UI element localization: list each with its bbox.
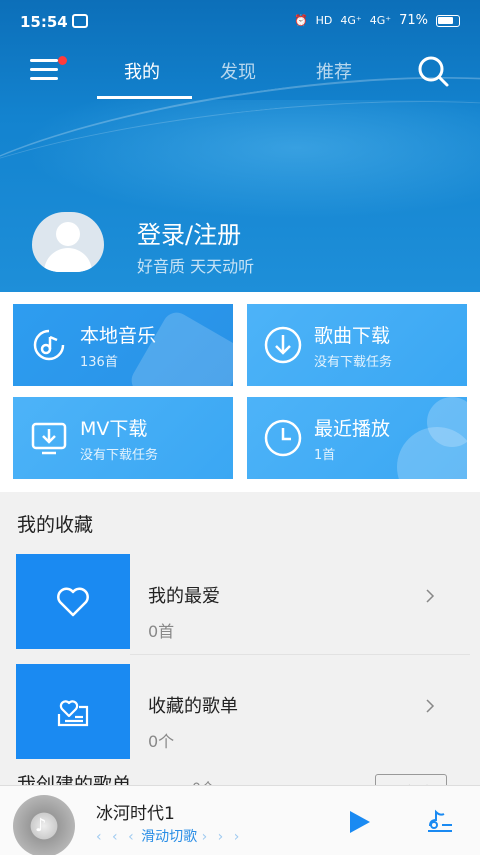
- signal-1: 4G⁺: [340, 14, 362, 27]
- avatar[interactable]: [32, 212, 104, 272]
- alarm-icon: ⏰: [293, 14, 308, 27]
- tab-discover[interactable]: 发现: [220, 58, 256, 84]
- playlist-heart-icon: [57, 700, 89, 727]
- notification-dot: [58, 56, 67, 65]
- app-notification-icon: [72, 14, 88, 28]
- music-note-icon: ♪: [35, 815, 47, 836]
- tab-mine[interactable]: 我的: [124, 58, 160, 84]
- mv-download-icon: [31, 422, 67, 455]
- quick-access-grid: 本地音乐 136首 歌曲下载 没有下载任务 MV下载 没有下载任务 最近播放 1…: [0, 292, 480, 492]
- status-icons: ⏰ HD 4G⁺ 4G⁺ 71%: [294, 13, 460, 28]
- collected-playlists-row[interactable]: 收藏的歌单 0个: [0, 664, 480, 764]
- tile-sub: 1首: [314, 448, 336, 463]
- mini-player[interactable]: ♪ 冰河时代1 ‹ ‹ ‹ 滑动切歌 › › ›: [0, 785, 480, 855]
- tab-recommend[interactable]: 推荐: [316, 58, 352, 84]
- battery-icon: [436, 14, 460, 27]
- signal-2: 4G⁺: [369, 14, 392, 27]
- chevron-right-icon: [426, 589, 435, 603]
- swipe-left-arrows: ‹ ‹ ‹: [96, 829, 137, 845]
- profile-slogan: 好音质 天天动听: [137, 257, 255, 276]
- favorite-songs-thumb: [16, 554, 130, 649]
- status-bar: 15:54 ⏰ HD 4G⁺ 4G⁺ 71%: [0, 0, 480, 44]
- fav-name: 我的最爱: [148, 586, 220, 607]
- collected-playlists-thumb: [16, 664, 130, 759]
- divider: [130, 654, 470, 655]
- header-banner: 15:54 ⏰ HD 4G⁺ 4G⁺ 71% 我的 发现 推荐 登录/注册 好音…: [0, 0, 480, 292]
- swipe-right-arrows: › › ›: [201, 829, 243, 845]
- fav-count: 0首: [148, 622, 175, 641]
- tile-sub: 136首: [80, 355, 118, 370]
- tile-label: 歌曲下载: [314, 325, 391, 347]
- swipe-hint[interactable]: ‹ ‹ ‹ 滑动切歌 › › ›: [96, 826, 242, 846]
- favorites-heading: 我的收藏: [17, 514, 94, 536]
- clock-icon: [264, 419, 302, 457]
- tile-label: MV下载: [80, 418, 148, 440]
- tile-sub: 没有下载任务: [314, 355, 393, 370]
- recent-play-tile[interactable]: 最近播放 1首: [247, 397, 467, 479]
- local-music-tile[interactable]: 本地音乐 136首: [13, 304, 233, 386]
- tile-label: 最近播放: [314, 418, 391, 440]
- heart-icon: [57, 587, 89, 617]
- active-tab-indicator: [97, 96, 192, 99]
- mv-download-tile[interactable]: MV下载 没有下载任务: [13, 397, 233, 479]
- tile-sub: 没有下载任务: [80, 448, 159, 463]
- fav-name: 收藏的歌单: [148, 696, 238, 717]
- chevron-right-icon: [426, 699, 435, 713]
- fav-count: 0个: [148, 732, 175, 751]
- status-time: 15:54: [20, 13, 68, 31]
- album-disc[interactable]: ♪: [13, 795, 75, 855]
- tile-label: 本地音乐: [80, 325, 157, 347]
- play-icon[interactable]: [348, 810, 372, 834]
- download-icon: [264, 326, 302, 364]
- playlist-icon[interactable]: [424, 806, 456, 838]
- now-playing-title: 冰河时代1: [96, 804, 175, 824]
- hd-badge: HD: [315, 14, 333, 27]
- battery-percent: 71%: [399, 13, 428, 28]
- local-music-icon: [33, 329, 65, 361]
- login-register-link[interactable]: 登录/注册: [137, 215, 241, 250]
- top-nav: 我的 发现 推荐: [0, 44, 480, 100]
- song-download-tile[interactable]: 歌曲下载 没有下载任务: [247, 304, 467, 386]
- hamburger-menu-icon[interactable]: [30, 59, 62, 85]
- favorite-songs-row[interactable]: 我的最爱 0首: [0, 554, 480, 654]
- swipe-hint-label: 滑动切歌: [141, 829, 198, 845]
- search-icon[interactable]: [416, 54, 450, 88]
